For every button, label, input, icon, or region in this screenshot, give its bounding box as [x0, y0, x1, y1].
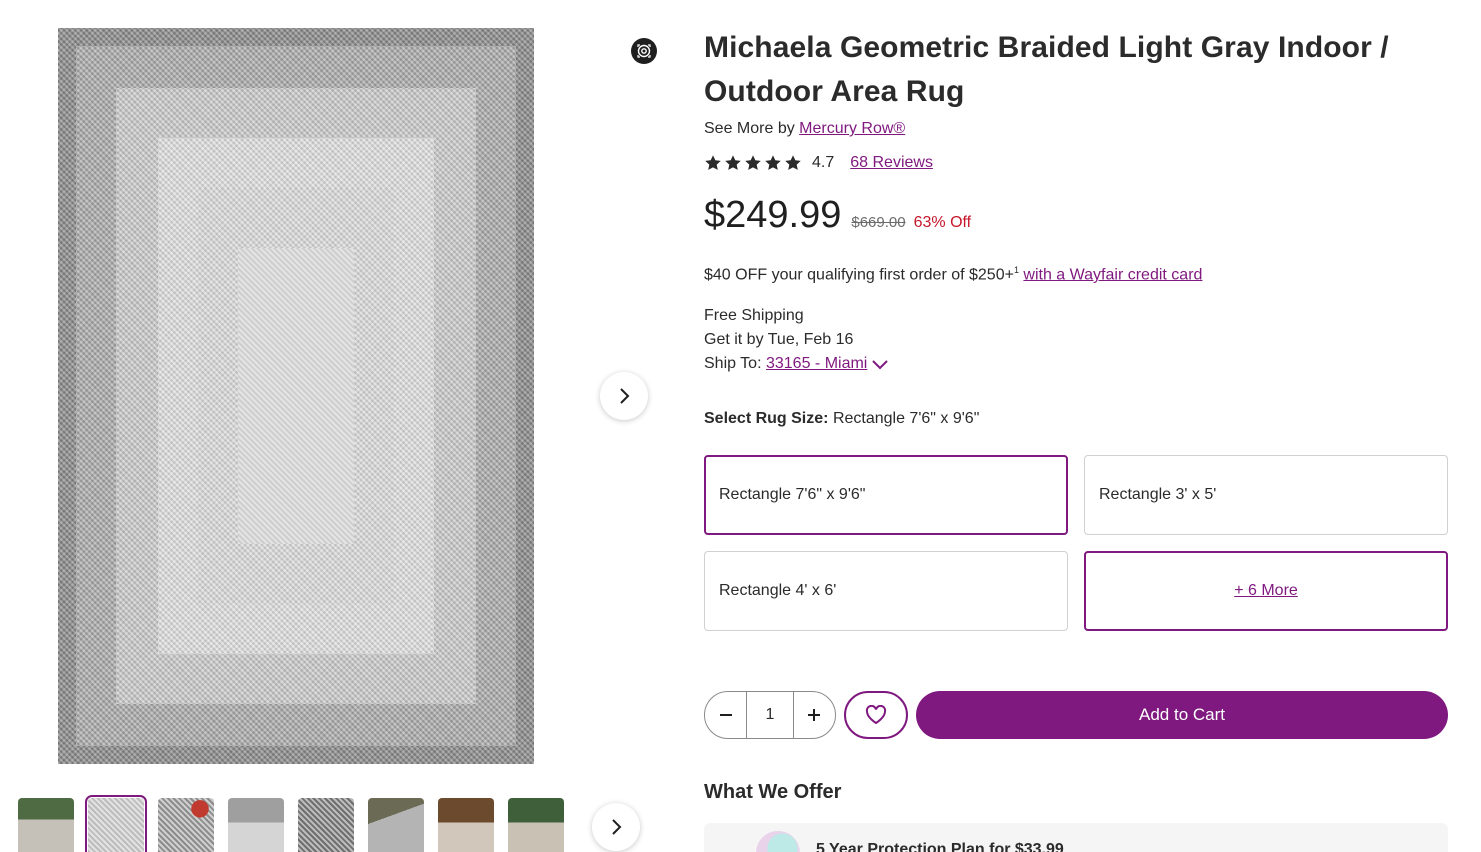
rug-center [238, 248, 354, 544]
rating-row: 4.7 68 Reviews [704, 152, 1448, 174]
thumbnail[interactable] [508, 798, 564, 852]
sale-price: $249.99 [704, 194, 842, 236]
thumbnail-strip [18, 795, 564, 852]
star-icon [785, 155, 801, 170]
reviews-link[interactable]: 68 Reviews [850, 154, 933, 172]
star-icon [725, 155, 741, 170]
chevron-down-icon[interactable] [871, 358, 889, 370]
ship-to-row: Ship To: 33165 - Miami [704, 352, 1448, 376]
shield-icon [756, 831, 800, 852]
size-option-label: Rectangle 4' x 6' [719, 582, 837, 599]
product-info: Michaela Geometric Braided Light Gray In… [704, 26, 1448, 376]
main-product-image[interactable] [58, 28, 534, 764]
promo-text: $40 OFF your qualifying first order of $… [704, 266, 1014, 284]
protection-plan-card[interactable]: 5 Year Protection Plan for $33.99 [704, 823, 1448, 852]
see-more-label: See More by [704, 120, 795, 137]
star-rating [704, 154, 802, 172]
ship-to-zip-link[interactable]: 33165 - Miami [766, 352, 867, 376]
brand-line: See More by Mercury Row® [704, 118, 1448, 140]
chevron-right-icon [612, 819, 622, 835]
protection-plan-label: 5 Year Protection Plan for $33.99 [816, 841, 1064, 852]
size-option[interactable]: Rectangle 3' x 5' [1084, 455, 1448, 535]
credit-card-link[interactable]: with a Wayfair credit card [1023, 266, 1202, 283]
selected-size: Rectangle 7'6" x 9'6" [832, 410, 980, 427]
size-option-label: Rectangle 3' x 5' [1099, 486, 1217, 503]
delivery-estimate: Get it by Tue, Feb 16 [704, 331, 854, 349]
quantity-input[interactable]: 1 [746, 692, 794, 738]
camera-search-icon [637, 44, 651, 58]
rating-value: 4.7 [812, 154, 835, 171]
star-icon [705, 155, 721, 170]
free-shipping: Free Shipping [704, 307, 804, 325]
favorite-button[interactable] [844, 691, 908, 739]
size-selector-label: Select Rug Size: Rectangle 7'6" x 9'6" [704, 410, 979, 428]
original-price: $669.00 [851, 214, 906, 231]
minus-icon [719, 714, 732, 716]
ship-to-label: Ship To: [704, 355, 762, 373]
brand-link[interactable]: Mercury Row® [799, 120, 905, 137]
thumbnail[interactable] [368, 798, 424, 852]
discount-label: 63% Off [913, 214, 972, 231]
price-row: $249.99 $669.00 63% Off [704, 194, 1448, 237]
more-sizes-button[interactable]: + 6 More [1084, 551, 1448, 631]
star-icon [745, 155, 761, 170]
add-to-cart-button[interactable]: Add to Cart [916, 691, 1448, 739]
thumbnail-next-button[interactable] [592, 803, 640, 851]
product-title: Michaela Geometric Braided Light Gray In… [704, 31, 1389, 108]
image-next-button[interactable] [600, 372, 648, 420]
size-option-label: Rectangle 7'6" x 9'6" [719, 486, 866, 503]
thumbnail[interactable] [298, 798, 354, 852]
plus-icon [808, 709, 821, 721]
chevron-right-icon [620, 388, 630, 404]
thumbnail[interactable] [438, 798, 494, 852]
more-sizes-label: + 6 More [1234, 582, 1298, 599]
increase-quantity-button[interactable] [794, 692, 835, 738]
visual-search-button[interactable] [631, 38, 657, 64]
size-option[interactable]: Rectangle 4' x 6' [704, 551, 1068, 631]
thumbnail[interactable] [158, 798, 214, 852]
quantity-stepper: 1 [704, 691, 836, 739]
thumbnail[interactable] [18, 798, 74, 852]
credit-card-promo: $40 OFF your qualifying first order of $… [704, 259, 1448, 286]
promo-footnote: 1 [1013, 265, 1019, 275]
heart-icon [865, 705, 887, 725]
decrease-quantity-button[interactable] [705, 692, 746, 738]
shipping-info: Free Shipping Get it by Tue, Feb 16 Ship… [704, 304, 1448, 376]
size-label-title: Select Rug Size: [704, 410, 829, 427]
size-option-selected[interactable]: Rectangle 7'6" x 9'6" [704, 455, 1068, 535]
thumbnail[interactable] [228, 798, 284, 852]
what-we-offer-heading: What We Offer [704, 781, 842, 803]
star-icon [765, 155, 781, 170]
thumbnail-selected[interactable] [85, 795, 147, 852]
